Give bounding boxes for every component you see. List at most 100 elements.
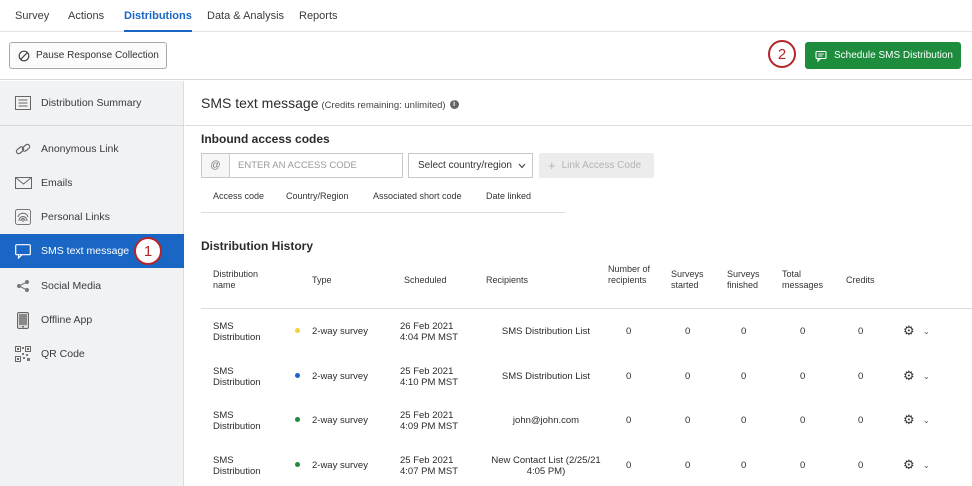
col-surveys-started: Surveys started	[671, 269, 704, 290]
col-associated-short-code: Associated short code	[373, 191, 462, 201]
recipients: SMS Distribution List	[501, 326, 591, 337]
step-badge-2: 2	[768, 40, 796, 68]
distribution-name: SMS Distribution	[213, 366, 261, 388]
sidebar-item-anonymous-link[interactable]: Anonymous Link	[0, 132, 184, 166]
sidebar-item-offline-app[interactable]: Offline App	[0, 303, 184, 337]
credits: 0	[858, 326, 864, 337]
distribution-name: SMS Distribution	[213, 410, 261, 432]
surveys-started: 0	[685, 326, 691, 337]
col-total-messages: Total messages	[782, 269, 824, 290]
surveys-finished: 0	[741, 460, 747, 471]
col-scheduled: Scheduled	[404, 275, 447, 285]
scheduled-time: 4:04 PM MST	[400, 332, 459, 343]
credits: 0	[858, 371, 864, 382]
fingerprint-icon	[14, 208, 32, 226]
qr-icon	[14, 345, 32, 363]
country-select-label: Select country/region	[418, 160, 512, 171]
sidebar-item-label: Personal Links	[41, 211, 110, 223]
tab-distributions[interactable]: Distributions	[124, 0, 192, 32]
link-button-label: Link Access Code	[561, 160, 642, 171]
surveys-finished: 0	[741, 415, 747, 426]
tab-reports[interactable]: Reports	[299, 0, 338, 32]
sidebar-item-qr-code[interactable]: QR Code	[0, 337, 184, 371]
step-badge-1: 1	[134, 237, 162, 265]
status-dot	[295, 328, 300, 333]
surveys-finished: 0	[741, 326, 747, 337]
pause-response-collection-button[interactable]: Pause Response Collection	[9, 42, 167, 69]
total-messages: 0	[800, 460, 806, 471]
scheduled-time: 4:10 PM MST	[400, 377, 459, 388]
gear-icon[interactable]: ⚙	[903, 457, 915, 473]
table-row: SMS Distribution 2-way survey 25 Feb 202…	[201, 364, 972, 408]
distribution-name: SMS Distribution	[213, 455, 261, 477]
col-surveys-finished: Surveys finished	[727, 269, 760, 290]
surveys-started: 0	[685, 415, 691, 426]
tab-actions[interactable]: Actions	[68, 0, 104, 32]
chevron-down-icon[interactable]: ⌄	[923, 327, 930, 336]
tab-survey[interactable]: Survey	[15, 0, 49, 32]
main-content: SMS text message (Credits remaining: unli…	[185, 81, 972, 486]
col-access-code: Access code	[213, 191, 265, 201]
sidebar-item-label: Distribution Summary	[41, 97, 142, 109]
toolbar: Pause Response Collection 2 Schedule SMS…	[0, 32, 972, 80]
page-title: SMS text message (Credits remaining: unli…	[201, 95, 459, 111]
chevron-down-icon[interactable]: ⌄	[923, 461, 930, 470]
top-navigation: Survey Actions Distributions Data & Anal…	[0, 0, 972, 32]
info-icon[interactable]: i	[449, 99, 459, 109]
chevron-down-icon[interactable]: ⌄	[923, 372, 930, 381]
scheduled-date: 25 Feb 2021	[400, 366, 454, 377]
share-icon	[14, 277, 32, 295]
distribution-name: SMS Distribution	[213, 321, 261, 343]
sidebar-item-social-media[interactable]: Social Media	[0, 269, 184, 303]
number-of-recipients: 0	[626, 415, 632, 426]
col-credits: Credits	[846, 275, 875, 285]
scheduled-date: 25 Feb 2021	[400, 410, 454, 421]
country-region-select[interactable]: Select country/region	[408, 153, 533, 178]
recipients: john@john.com	[512, 415, 580, 426]
scheduled-date: 26 Feb 2021	[400, 321, 454, 332]
sidebar-item-label: SMS text message	[41, 245, 130, 257]
tab-data-analysis[interactable]: Data & Analysis	[207, 0, 284, 32]
number-of-recipients: 0	[626, 460, 632, 471]
distribution-type: 2-way survey	[312, 371, 368, 382]
table-row: SMS Distribution 2-way survey 26 Feb 202…	[201, 319, 972, 363]
page-title-text: SMS text message	[201, 95, 319, 111]
surveys-started: 0	[685, 371, 691, 382]
table-row: SMS Distribution 2-way survey 25 Feb 202…	[201, 408, 972, 452]
list-icon	[14, 94, 32, 112]
chevron-down-icon[interactable]: ⌄	[923, 416, 930, 425]
schedule-sms-distribution-button[interactable]: Schedule SMS Distribution	[805, 42, 961, 69]
status-dot	[295, 417, 300, 422]
sidebar-item-label: Offline App	[41, 314, 93, 326]
access-code-input[interactable]	[230, 154, 402, 177]
col-number-of-recipients: Number of recipients	[608, 264, 651, 285]
access-codes-table-header: Access code Country/Region Associated sh…	[201, 181, 565, 213]
tablet-icon	[14, 311, 32, 329]
distribution-type: 2-way survey	[312, 415, 368, 426]
recipients: SMS Distribution List	[501, 371, 591, 382]
sidebar-item-emails[interactable]: Emails	[0, 166, 184, 200]
total-messages: 0	[800, 326, 806, 337]
sidebar: Distribution Summary Anonymous Link Emai…	[0, 81, 184, 486]
gear-icon[interactable]: ⚙	[903, 323, 915, 339]
sidebar-item-label: Anonymous Link	[41, 143, 119, 155]
surveys-finished: 0	[741, 371, 747, 382]
sidebar-item-distribution-summary[interactable]: Distribution Summary	[0, 86, 184, 120]
total-messages: 0	[800, 371, 806, 382]
gear-icon[interactable]: ⚙	[903, 368, 915, 384]
col-date-linked: Date linked	[486, 191, 532, 201]
table-row: SMS Distribution 2-way survey 25 Feb 202…	[201, 453, 972, 486]
total-messages: 0	[800, 415, 806, 426]
access-code-field: @	[201, 153, 403, 178]
sidebar-divider	[0, 125, 184, 126]
link-access-code-button[interactable]: + Link Access Code	[539, 153, 654, 178]
col-distribution-name: Distribution name	[213, 269, 259, 290]
surveys-started: 0	[685, 460, 691, 471]
credits-remaining: (Credits remaining: unlimited)	[321, 100, 446, 111]
title-divider	[185, 125, 972, 126]
schedule-button-label: Schedule SMS Distribution	[834, 50, 953, 61]
envelope-icon	[14, 174, 32, 192]
gear-icon[interactable]: ⚙	[903, 412, 915, 428]
sidebar-item-personal-links[interactable]: Personal Links	[0, 200, 184, 234]
link-icon	[14, 140, 32, 158]
